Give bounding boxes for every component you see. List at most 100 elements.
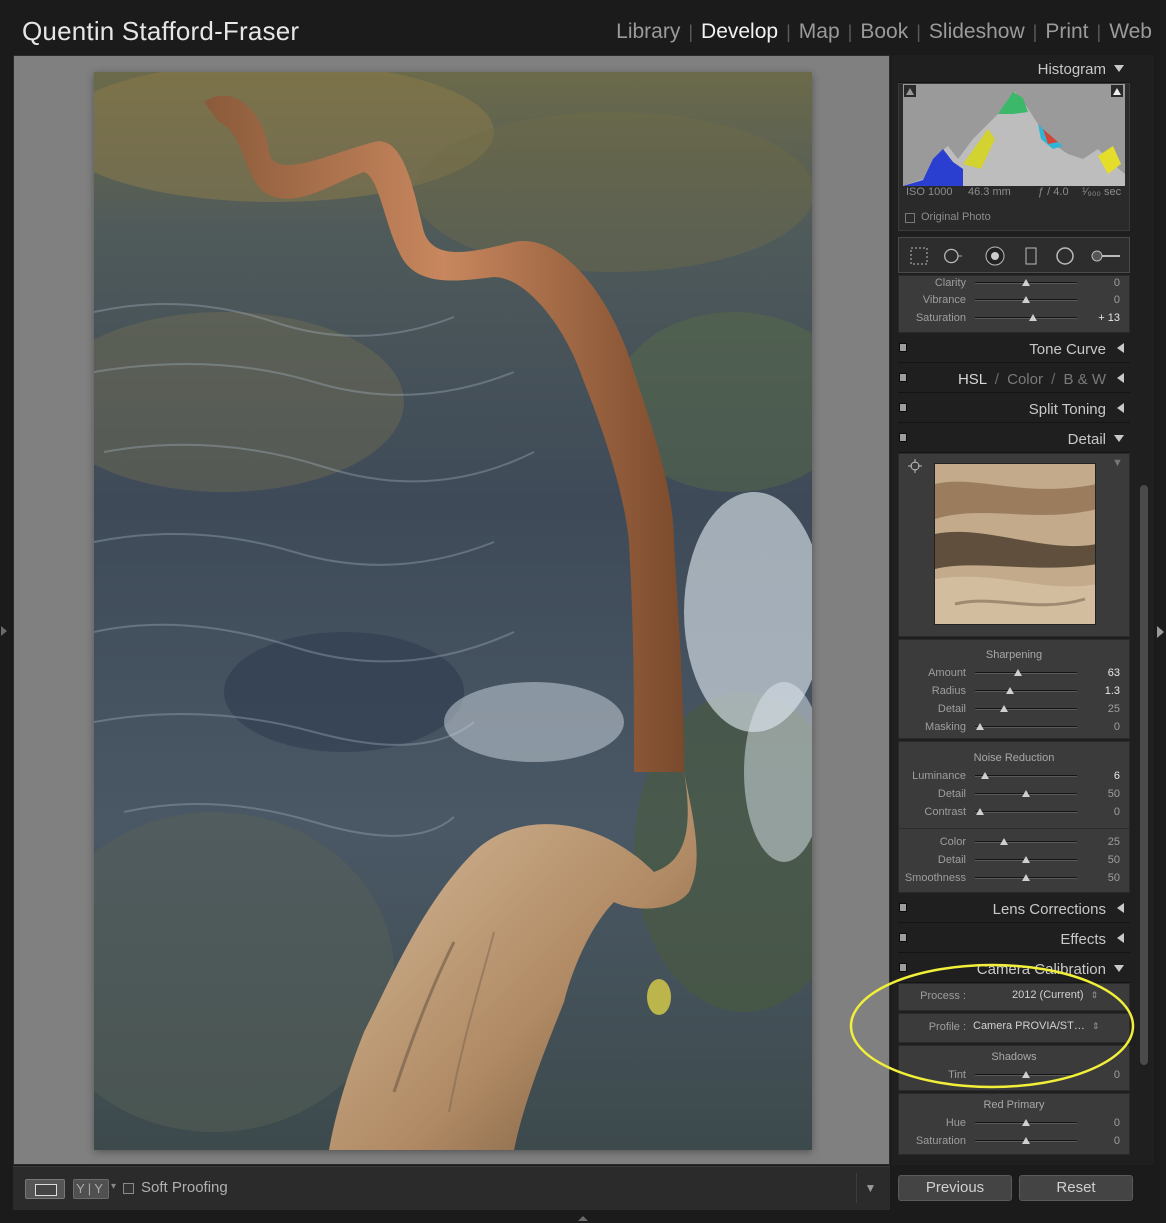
red-saturation-thumb[interactable]: [1022, 1137, 1030, 1144]
radial-filter-icon[interactable]: [1055, 246, 1075, 266]
sharpen-detail-thumb[interactable]: [999, 705, 1008, 712]
histogram-graph[interactable]: [903, 84, 1125, 186]
reset-button[interactable]: Reset: [1019, 1175, 1133, 1201]
module-library[interactable]: Library: [608, 20, 688, 44]
sharpen-radius-label: Radius: [931, 685, 966, 697]
clarity-value[interactable]: 0: [1080, 277, 1120, 289]
expand-triangle-icon[interactable]: [1117, 343, 1124, 353]
hsl-header[interactable]: HSL / Color / B & W: [898, 365, 1130, 393]
expand-triangle-icon[interactable]: [1117, 373, 1124, 383]
toolbar-content-menu-icon[interactable]: ▼: [856, 1173, 884, 1203]
nr-color-value[interactable]: 25: [1080, 836, 1120, 848]
hsl-tab-separator: /: [1051, 371, 1056, 388]
previous-button[interactable]: Previous: [898, 1175, 1012, 1201]
red-primary-title: Red Primary: [983, 1099, 1045, 1111]
sharpen-radius-track[interactable]: [975, 690, 1077, 692]
panel-switch-icon[interactable]: [899, 433, 907, 442]
panel-switch-icon[interactable]: [899, 373, 907, 382]
nr-smoothness-value[interactable]: 50: [1080, 872, 1120, 884]
sharpen-amount-thumb[interactable]: [1013, 669, 1022, 676]
nr-detail-thumb[interactable]: [1022, 790, 1030, 797]
expand-triangle-icon[interactable]: [1117, 403, 1124, 413]
red-eye-icon[interactable]: [985, 246, 1005, 266]
module-slideshow[interactable]: Slideshow: [921, 20, 1033, 44]
image-workspace[interactable]: [13, 55, 890, 1165]
split-toning-header[interactable]: Split Toning: [898, 395, 1130, 423]
crop-overlay-icon[interactable]: [909, 246, 929, 266]
hsl-tab[interactable]: HSL: [958, 371, 987, 388]
spot-removal-icon[interactable]: [943, 246, 963, 266]
sharpen-masking-track[interactable]: [975, 726, 1077, 728]
loupe-view-button[interactable]: [25, 1179, 65, 1199]
panel-switch-icon[interactable]: [899, 903, 907, 912]
expand-triangle-icon[interactable]: [1117, 933, 1124, 943]
divider: [898, 828, 1130, 829]
color-tab[interactable]: Color: [1007, 371, 1043, 388]
lens-corrections-header[interactable]: Lens Corrections: [898, 895, 1130, 923]
red-hue-thumb[interactable]: [1022, 1119, 1030, 1126]
before-after-dropdown-icon[interactable]: ▾: [111, 1181, 116, 1192]
nr-detail-value[interactable]: 50: [1080, 788, 1120, 800]
nr-color-detail-value[interactable]: 50: [1080, 854, 1120, 866]
soft-proofing-checkbox[interactable]: [123, 1183, 134, 1194]
module-print[interactable]: Print: [1037, 20, 1096, 44]
preview-menu-icon[interactable]: ▼: [1112, 457, 1123, 469]
vibrance-slider-thumb[interactable]: [1022, 296, 1030, 303]
expand-triangle-icon[interactable]: [1117, 903, 1124, 913]
panel-switch-icon[interactable]: [899, 343, 907, 352]
panel-switch-icon[interactable]: [899, 403, 907, 412]
filmstrip-toggle-icon[interactable]: [578, 1216, 588, 1221]
nr-contrast-track[interactable]: [975, 811, 1077, 813]
module-web[interactable]: Web: [1101, 20, 1160, 44]
lens-corrections-title: Lens Corrections: [992, 901, 1106, 918]
tone-curve-header[interactable]: Tone Curve: [898, 335, 1130, 363]
histogram-header[interactable]: Histogram: [898, 55, 1130, 83]
sharpen-masking-value[interactable]: 0: [1080, 721, 1120, 733]
saturation-slider-thumb[interactable]: [1028, 314, 1037, 321]
saturation-slider-track[interactable]: [975, 317, 1077, 319]
nr-smoothness-thumb[interactable]: [1022, 874, 1030, 881]
red-hue-value[interactable]: 0: [1080, 1117, 1120, 1129]
module-book[interactable]: Book: [852, 20, 916, 44]
vibrance-value[interactable]: 0: [1080, 294, 1120, 306]
nr-color-track[interactable]: [975, 841, 1077, 843]
original-photo-checkbox[interactable]: [905, 213, 915, 223]
nr-contrast-thumb[interactable]: [976, 808, 985, 815]
detail-zoom-preview[interactable]: [934, 463, 1096, 625]
photo-preview[interactable]: [94, 72, 812, 1150]
sharpen-amount-track[interactable]: [975, 672, 1077, 674]
target-icon[interactable]: [908, 459, 922, 473]
bw-tab[interactable]: B & W: [1063, 371, 1106, 388]
nr-luminance-value[interactable]: 6: [1080, 770, 1120, 782]
right-panel-toggle-icon[interactable]: [1157, 626, 1164, 638]
sharpen-radius-value[interactable]: 1.3: [1080, 685, 1120, 697]
sharpen-detail-value[interactable]: 25: [1080, 703, 1120, 715]
sharpen-masking-thumb[interactable]: [976, 723, 985, 730]
left-panel-toggle-icon[interactable]: [1, 626, 7, 636]
collapse-triangle-icon[interactable]: [1114, 65, 1124, 72]
detail-header[interactable]: Detail: [898, 425, 1130, 453]
panel-switch-icon[interactable]: [899, 933, 907, 942]
nr-color-detail-thumb[interactable]: [1022, 856, 1030, 863]
saturation-value[interactable]: + 13: [1080, 312, 1120, 324]
nr-color-thumb[interactable]: [999, 838, 1008, 845]
sharpen-detail-track[interactable]: [975, 708, 1077, 710]
clarity-slider-thumb[interactable]: [1022, 279, 1030, 286]
module-map[interactable]: Map: [791, 20, 848, 44]
aperture-value: ƒ / 4.0: [1038, 186, 1069, 198]
nr-luminance-track[interactable]: [975, 775, 1077, 777]
before-after-button[interactable]: Y|Y: [73, 1179, 109, 1199]
effects-header[interactable]: Effects: [898, 925, 1130, 953]
graduated-filter-icon[interactable]: [1021, 246, 1041, 266]
sharpen-amount-value[interactable]: 63: [1080, 667, 1120, 679]
nr-color-detail-label: Detail: [937, 854, 966, 866]
effects-title: Effects: [1060, 931, 1106, 948]
right-panel-scrollbar[interactable]: [1140, 485, 1148, 1065]
collapse-triangle-icon[interactable]: [1114, 435, 1124, 442]
nr-contrast-value[interactable]: 0: [1080, 806, 1120, 818]
red-saturation-value[interactable]: 0: [1080, 1135, 1120, 1147]
adjustment-brush-icon[interactable]: [1089, 246, 1123, 266]
sharpen-radius-thumb[interactable]: [1005, 687, 1014, 694]
nr-luminance-thumb[interactable]: [981, 772, 990, 779]
module-develop[interactable]: Develop: [693, 20, 786, 44]
